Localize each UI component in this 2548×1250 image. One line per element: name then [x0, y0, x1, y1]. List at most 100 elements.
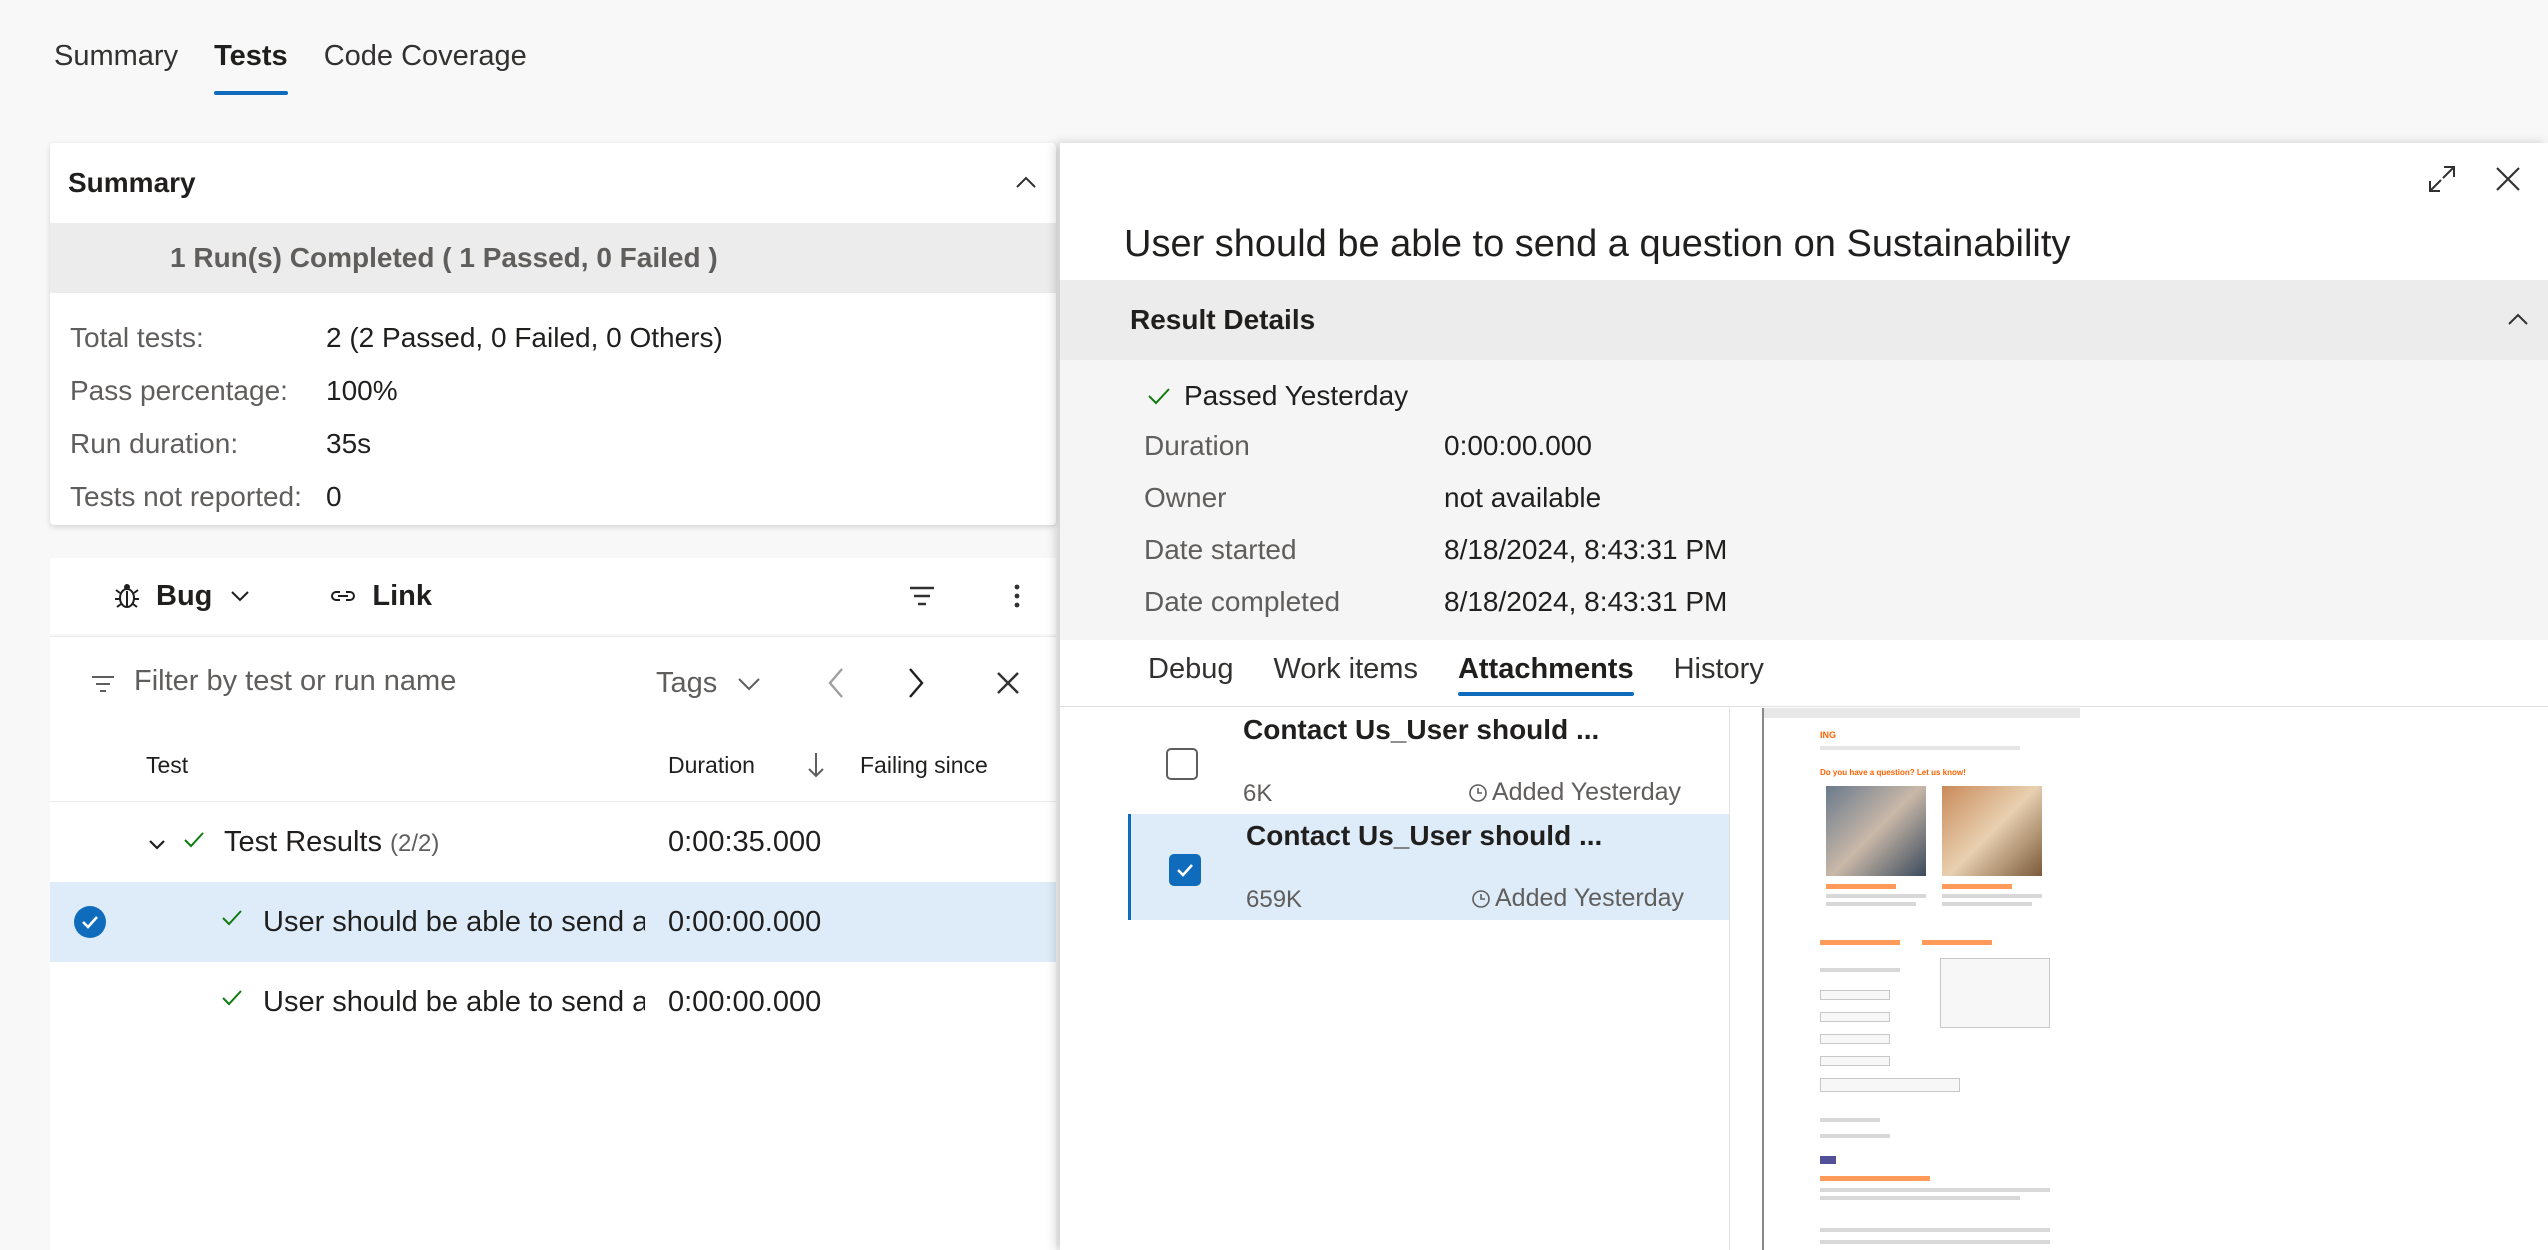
results-table: Test Duration Failing since Test Results…	[50, 730, 1056, 1250]
tab-tests[interactable]: Tests	[214, 40, 288, 95]
close-icon[interactable]	[2490, 161, 2526, 197]
stat-row: Run duration: 35s	[70, 417, 1056, 470]
column-header-failing-since[interactable]: Failing since	[860, 752, 988, 779]
table-row[interactable]: User should be able to send a question o…	[50, 882, 1056, 962]
chevron-down-icon[interactable]	[146, 834, 168, 856]
clock-icon	[1472, 889, 1490, 908]
preview-box	[1820, 1078, 1960, 1092]
tab-summary[interactable]: Summary	[54, 40, 178, 95]
preview-logo: ING	[1820, 730, 1837, 740]
detail-label: Date completed	[1144, 586, 1341, 617]
more-options-icon[interactable]	[1002, 578, 1032, 614]
preview-line	[1820, 1196, 2020, 1200]
outcome-text: Passed Yesterday	[1184, 380, 1409, 411]
preview-line	[1820, 1228, 2050, 1232]
list-item[interactable]: Contact Us_User should ... 659K Added Ye…	[1128, 814, 1729, 920]
group-label: Test Results	[224, 825, 382, 858]
preview-line	[1942, 902, 2032, 906]
result-details-body: Passed Yesterday Duration 0:00:00.000 Own…	[1060, 360, 2548, 640]
stat-row: Pass percentage: 100%	[70, 364, 1056, 417]
selected-indicator[interactable]	[74, 906, 106, 938]
detail-row: Owner not available	[1144, 482, 1601, 514]
detail-row: Date completed 8/18/2024, 8:43:31 PM	[1144, 586, 1727, 618]
tab-work-items[interactable]: Work items	[1273, 653, 1417, 696]
detail-value: not available	[1444, 482, 1602, 513]
check-icon	[184, 832, 204, 848]
preview-line	[1922, 940, 1992, 945]
chevron-up-icon[interactable]	[1012, 169, 1040, 197]
tags-label: Tags	[656, 667, 718, 699]
check-icon	[1177, 864, 1193, 877]
column-header-test[interactable]: Test	[146, 752, 188, 779]
preview-line	[1826, 884, 1896, 889]
test-name: User should be able to send a question o…	[263, 985, 645, 1018]
filter-icon[interactable]	[904, 578, 940, 614]
attachment-checkbox[interactable]	[1169, 854, 1201, 886]
expand-icon[interactable]	[2424, 161, 2460, 197]
preview-box	[1820, 1012, 1890, 1022]
tags-dropdown[interactable]: Tags	[656, 667, 763, 700]
chevron-left-icon[interactable]	[818, 663, 854, 703]
preview-line	[1820, 1188, 2050, 1192]
bug-button[interactable]: Bug	[112, 580, 266, 613]
group-row[interactable]: Test Results (2/2) 0:00:35.000	[50, 802, 1056, 882]
preview-image	[1942, 786, 2042, 876]
bug-icon	[115, 584, 139, 608]
result-details-title: Result Details	[1130, 304, 1316, 335]
summary-card: Summary 1 Run(s) Completed ( 1 Passed, 0…	[50, 143, 1056, 525]
preview-box	[1820, 1056, 1890, 1066]
outcome: Passed Yesterday	[1146, 380, 1408, 412]
detail-row: Duration 0:00:00.000	[1144, 430, 1592, 462]
link-label: Link	[372, 579, 432, 612]
summary-header[interactable]: Summary	[50, 143, 1056, 223]
preview-line	[1826, 894, 1926, 898]
stat-label: Run duration:	[70, 427, 239, 459]
chevron-up-icon[interactable]	[2504, 306, 2532, 334]
stat-value: 2 (2 Passed, 0 Failed, 0 Others)	[326, 321, 723, 353]
stat-row: Tests not reported: 0	[70, 470, 1056, 523]
tab-debug[interactable]: Debug	[1148, 653, 1233, 696]
tab-attachments[interactable]: Attachments	[1457, 653, 1634, 696]
link-icon	[331, 591, 356, 601]
check-icon	[82, 916, 98, 929]
run-status: 1 Run(s) Completed ( 1 Passed, 0 Failed …	[50, 223, 1056, 293]
check-icon	[1148, 388, 1170, 405]
preview-image	[1826, 786, 1926, 876]
preview-button	[1820, 1156, 1836, 1164]
bug-label: Bug	[156, 579, 213, 612]
preview-box	[1820, 1034, 1890, 1044]
tab-history[interactable]: History	[1674, 653, 1764, 696]
detail-value: 0:00:00.000	[1444, 430, 1592, 461]
preview-box	[1940, 958, 2050, 1028]
close-icon[interactable]	[990, 665, 1026, 701]
list-item[interactable]: Contact Us_User should ... 6K Added Yest…	[1128, 708, 1729, 814]
sort-down-icon[interactable]	[806, 750, 826, 780]
preview-line	[1820, 1240, 2050, 1244]
stat-label: Pass percentage:	[70, 374, 288, 406]
attachment-preview[interactable]: ING Do you have a question? Let us know!	[1762, 708, 2548, 1250]
table-row[interactable]: User should be able to send a question o…	[50, 962, 1056, 1042]
group-count: (2/2)	[390, 829, 440, 857]
summary-stats: Total tests: 2 (2 Passed, 0 Failed, 0 Oth…	[50, 293, 1056, 523]
attachment-name: Contact Us_User should ...	[1246, 820, 1603, 851]
attachment-added-text: Added Yesterday	[1495, 884, 1685, 912]
stat-label: Tests not reported:	[70, 480, 302, 512]
column-header-duration[interactable]: Duration	[668, 752, 755, 779]
chevron-right-icon[interactable]	[898, 663, 934, 703]
stat-value: 0	[326, 480, 342, 512]
preview-topbar	[1764, 708, 2080, 718]
result-details-header[interactable]: Result Details	[1060, 280, 2548, 360]
preview-nav	[1820, 746, 2020, 750]
group-duration: 0:00:35.000	[668, 825, 822, 858]
link-button[interactable]: Link	[328, 580, 432, 613]
tab-code-coverage[interactable]: Code Coverage	[324, 40, 527, 95]
top-tabs: Summary Tests Code Coverage	[54, 40, 527, 95]
attachment-added: Added Yesterday	[1471, 884, 1691, 913]
attachments-list: Contact Us_User should ... 6K Added Yest…	[1128, 708, 1730, 1250]
filter-input[interactable]	[134, 665, 654, 698]
attachment-added: Added Yesterday	[1468, 778, 1688, 807]
attachment-size: 6K	[1243, 780, 1273, 807]
test-duration: 0:00:00.000	[668, 905, 822, 938]
check-icon	[222, 910, 242, 926]
attachment-checkbox[interactable]	[1166, 748, 1198, 780]
